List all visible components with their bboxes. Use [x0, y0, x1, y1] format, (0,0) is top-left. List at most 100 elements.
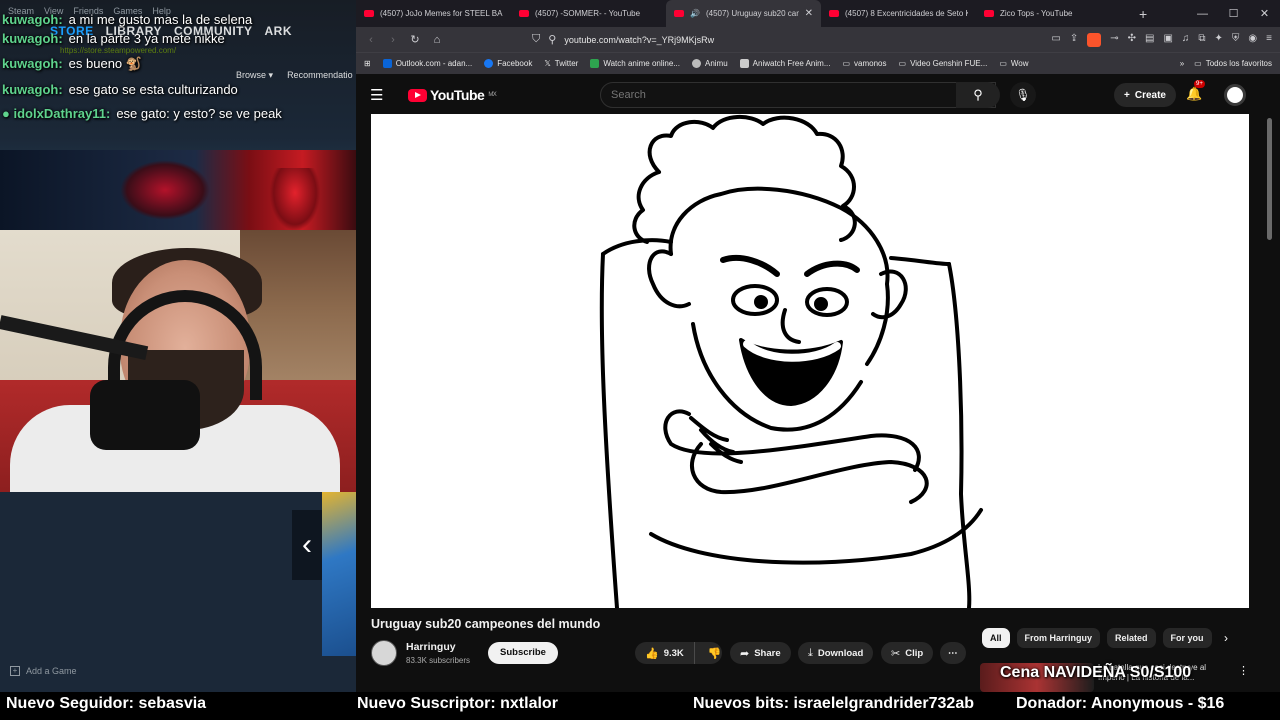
- close-window-icon[interactable]: ✕: [1249, 7, 1280, 20]
- minimize-icon[interactable]: —: [1187, 8, 1218, 20]
- bookmark-item[interactable]: Facebook: [484, 59, 532, 68]
- browser-tab[interactable]: (4507) JoJo Memes for STEEL BALL: [356, 0, 511, 27]
- home-icon[interactable]: ⌂: [430, 34, 444, 46]
- forward-icon[interactable]: ›: [386, 34, 400, 46]
- chevron-right-icon[interactable]: »: [1180, 59, 1184, 68]
- chat-message: kuwagoh: a mi me gusto mas la de selena: [0, 10, 356, 29]
- wallet-icon[interactable]: ▣: [1163, 33, 1172, 47]
- like-button[interactable]: 👍 9.3K: [635, 642, 695, 664]
- bookmark-item[interactable]: 𝕏 Twitter: [544, 59, 578, 68]
- site-info-icon[interactable]: ⚲: [548, 33, 556, 46]
- browser-tab[interactable]: Zico Tops - YouTube: [976, 0, 1131, 27]
- close-tab-icon[interactable]: ✕: [805, 8, 813, 19]
- browser-tab-active[interactable]: 🔊 (4507) Uruguay sub20 cam ✕: [666, 0, 821, 27]
- new-tab-icon[interactable]: +: [1131, 6, 1155, 22]
- share-button[interactable]: ➦ Share: [730, 642, 791, 664]
- chip-from-channel[interactable]: From Harringuy: [1016, 628, 1101, 648]
- add-game-button[interactable]: + Add a Game: [10, 666, 77, 676]
- tab-title: Zico Tops - YouTube: [1000, 9, 1073, 18]
- chevron-right-icon[interactable]: ›: [1224, 631, 1228, 645]
- bookmark-label: Wow: [1010, 59, 1029, 68]
- tab-title: (4507) Uruguay sub20 cam: [705, 9, 799, 18]
- scrollbar-thumb[interactable]: [1267, 118, 1272, 240]
- chip-for-you[interactable]: For you: [1162, 628, 1212, 648]
- bookmark-label: Outlook.com - adan...: [395, 59, 473, 68]
- ai-icon[interactable]: ✦: [1215, 33, 1223, 47]
- bookmark-folder[interactable]: ▭ vamonos: [842, 59, 886, 68]
- drawing-torso-right: [947, 262, 972, 608]
- youtube-header: ☰ YouTubeMX ⚲ 🎙 + Create 🔔9+: [356, 76, 1280, 114]
- bookmarks-right: » ▭ Todos los favoritos: [1180, 59, 1272, 68]
- cast-icon[interactable]: ▭: [1051, 33, 1060, 47]
- chat-text: es bueno 🐒: [68, 56, 142, 71]
- url-field[interactable]: ⛉ ⚲ youtube.com/watch?v=_YRj9MKjsRw: [532, 29, 1022, 50]
- chat-message: kuwagoh: ese gato se esta culturizando: [0, 80, 356, 100]
- extensions-icon[interactable]: ✣: [1128, 33, 1136, 47]
- search-input[interactable]: [600, 82, 996, 108]
- bookmark-label: Video Genshin FUE...: [910, 59, 988, 68]
- region-code: MX: [488, 92, 497, 98]
- account-avatar[interactable]: [1224, 84, 1246, 106]
- ticker-new-subscriber: Nuevo Suscriptor: nxtlalor: [357, 695, 558, 712]
- stream-goal-overlay: Cena NAVIDEÑA S0/S100: [1000, 664, 1192, 681]
- chip-all[interactable]: All: [982, 628, 1010, 648]
- shield-icon[interactable]: ⛨: [1232, 33, 1240, 47]
- facebook-icon: [484, 59, 494, 68]
- bookmark-label: Twitter: [554, 59, 579, 68]
- maximize-icon[interactable]: ☐: [1218, 7, 1249, 20]
- chat-message: ● idolxDathray11: ese gato: y esto? se ve…: [0, 104, 356, 124]
- notifications-button[interactable]: 🔔 9+: [1186, 80, 1205, 102]
- tab-title: (4507) JoJo Memes for STEEL BALL: [380, 9, 503, 18]
- steam-carousel-thumbnail[interactable]: [322, 492, 356, 656]
- bookmark-item[interactable]: Animu: [691, 59, 728, 68]
- url-text[interactable]: youtube.com/watch?v=_YRj9MKjsRw: [564, 35, 714, 45]
- scissors-icon: ✂: [891, 647, 901, 660]
- subscribe-button[interactable]: Subscribe: [488, 642, 558, 664]
- channel-name[interactable]: Harringuy: [406, 641, 456, 653]
- youtube-favicon-icon: [984, 10, 994, 17]
- bookmark-item[interactable]: Watch anime online...: [590, 59, 680, 68]
- search-button[interactable]: ⚲: [956, 82, 1000, 108]
- video-player[interactable]: [371, 114, 1249, 608]
- voice-search-button[interactable]: 🎙: [1010, 82, 1036, 108]
- create-button[interactable]: + Create: [1114, 83, 1176, 107]
- share-icon[interactable]: ⇪: [1070, 33, 1078, 47]
- chip-related[interactable]: Related: [1107, 628, 1156, 648]
- bookmark-folder[interactable]: ▭ Video Genshin FUE...: [899, 59, 988, 68]
- more-actions-button[interactable]: ⋯: [940, 642, 966, 664]
- browser-tab[interactable]: (4507) -SOMMER- - YouTube: [511, 0, 666, 27]
- more-vertical-icon[interactable]: ⋮: [1238, 664, 1249, 677]
- browser-tab[interactable]: (4507) 8 Excentricidades de Seto K: [821, 0, 976, 27]
- youtube-logo[interactable]: YouTube MX: [408, 87, 497, 103]
- all-bookmarks-label: Todos los favoritos: [1205, 59, 1272, 68]
- apps-grid-icon[interactable]: ⊞: [364, 59, 371, 68]
- drawing-pupil-right: [814, 297, 828, 311]
- screenshot-icon[interactable]: ⧉: [1198, 33, 1205, 47]
- bookmark-item[interactable]: Outlook.com - adan...: [382, 59, 473, 68]
- back-icon[interactable]: ‹: [364, 34, 378, 46]
- all-bookmarks-folder[interactable]: ▭ Todos los favoritos: [1194, 59, 1272, 68]
- sidebar-icon[interactable]: ▤: [1145, 33, 1154, 47]
- thumbs-down-icon: 👎: [707, 647, 722, 660]
- bookmark-item[interactable]: Aniwatch Free Anim...: [739, 59, 830, 68]
- speaker-icon[interactable]: 🔊: [690, 9, 700, 18]
- youtube-favicon-icon: [519, 10, 529, 17]
- channel-avatar[interactable]: [371, 640, 397, 666]
- chat-username: kuwagoh:: [2, 31, 63, 46]
- bookmark-folder[interactable]: ▭ Wow: [999, 59, 1028, 68]
- profile-icon[interactable]: ◉: [1248, 33, 1257, 47]
- hamburger-menu-icon[interactable]: ☰: [370, 86, 390, 104]
- chevron-left-icon[interactable]: ‹: [292, 510, 322, 580]
- dislike-button[interactable]: 👎: [700, 647, 730, 660]
- vpn-icon[interactable]: ⊸: [1110, 33, 1118, 47]
- music-icon[interactable]: ♫: [1182, 33, 1190, 47]
- menu-icon[interactable]: ≡: [1266, 33, 1272, 47]
- clip-button[interactable]: ✂ Clip: [881, 642, 934, 664]
- plus-icon: +: [1124, 89, 1130, 101]
- brave-shield-icon[interactable]: [1087, 32, 1102, 47]
- download-button[interactable]: ⤓ Download: [798, 642, 874, 664]
- bookmark-icon[interactable]: ⛉: [532, 33, 540, 46]
- reload-icon[interactable]: ↻: [408, 33, 422, 46]
- folder-icon: ▭: [842, 59, 851, 68]
- plus-icon: +: [10, 666, 20, 676]
